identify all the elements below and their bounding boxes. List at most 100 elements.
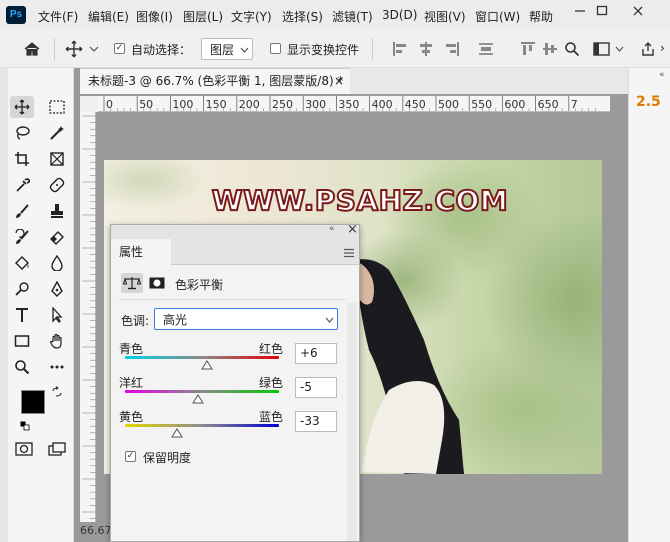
chevron-down-icon[interactable] (614, 42, 624, 56)
eyedropper-icon[interactable] (10, 174, 34, 196)
tone-value: 高光 (163, 312, 188, 327)
cyan-red-slider-thumb[interactable] (200, 359, 213, 373)
slider-blue-label: 蓝色 (259, 410, 284, 424)
yellow-blue-value-input[interactable]: -33 (295, 411, 337, 432)
magenta-green-slider-thumb[interactable] (192, 393, 205, 407)
ruler-tick-label: 50 (139, 98, 153, 111)
auto-select-target-dropdown[interactable]: 图层 (201, 38, 253, 60)
magic-wand-icon[interactable] (45, 122, 69, 144)
frame-tool-icon[interactable] (45, 148, 69, 170)
tone-label: 色调: (121, 314, 150, 328)
ruler-origin[interactable] (80, 96, 98, 112)
layer-mask-icon[interactable] (148, 275, 166, 291)
slider-green-label: 绿色 (259, 376, 284, 390)
healing-brush-icon[interactable] (45, 174, 69, 196)
collapse-panel-icon[interactable]: « (329, 224, 335, 234)
menu-layer[interactable]: 图层(L) (183, 8, 223, 25)
document-tab[interactable]: 未标题-3 @ 66.7% (色彩平衡 1, 图层蒙版/8) * × (80, 68, 350, 94)
align-right-icon[interactable] (442, 39, 462, 59)
properties-scrollbar[interactable] (347, 303, 357, 541)
properties-panel: « × 属性 色彩平衡 色调: 高光 青色 红色 +6 洋红 绿色 -5 黄色 … (110, 222, 360, 542)
menu-image[interactable]: 图像(I) (136, 8, 173, 25)
share-icon[interactable] (638, 39, 658, 59)
swap-colors-icon[interactable] (51, 386, 63, 398)
menu-help[interactable]: 帮助 (529, 8, 553, 25)
home-icon[interactable] (20, 38, 44, 60)
align-center-icon[interactable] (416, 39, 436, 59)
ruler-tick-label: 7 (571, 98, 578, 111)
preserve-luminosity-checkbox[interactable]: ✓ (125, 451, 136, 462)
dodge-tool-icon[interactable] (10, 278, 34, 300)
menu-edit[interactable]: 编辑(E) (88, 8, 129, 25)
blur-tool-icon[interactable] (45, 252, 69, 274)
adjustment-name: 色彩平衡 (175, 278, 224, 292)
color-balance-icon[interactable] (121, 273, 143, 293)
paint-bucket-icon[interactable] (10, 252, 34, 274)
ruler-tick-label: 0 (106, 98, 113, 111)
more-icon[interactable]: › (660, 41, 665, 55)
screen-mode-icon[interactable] (45, 438, 69, 460)
menu-filter[interactable]: 滤镜(T) (332, 8, 373, 25)
tab-properties[interactable]: 属性 (111, 239, 171, 265)
cyan-red-value-input[interactable]: +6 (295, 343, 337, 364)
auto-select-label: 自动选择： (131, 43, 192, 57)
foreground-color-swatch[interactable] (21, 390, 45, 414)
default-colors-icon[interactable] (20, 420, 30, 431)
align-middle-icon[interactable] (540, 39, 560, 59)
close-tab-icon[interactable]: × (334, 69, 344, 93)
maximize-button[interactable] (584, 0, 620, 22)
rectangle-tool-icon[interactable] (10, 330, 34, 352)
show-transform-label: 显示变换控件 (287, 43, 360, 57)
more-tools-icon[interactable] (45, 356, 69, 378)
panel-menu-icon[interactable] (343, 247, 355, 258)
auto-select-checkbox[interactable]: ✓ (114, 43, 125, 54)
zoom-status[interactable]: 66.67 (80, 520, 112, 542)
brush-tool-icon[interactable] (10, 200, 34, 222)
crop-tool-icon[interactable] (10, 148, 34, 170)
quick-mask-icon[interactable] (12, 438, 36, 460)
chevron-down-icon (325, 317, 334, 323)
document-tab-title: 未标题-3 @ 66.7% (色彩平衡 1, 图层蒙版/8) * (88, 74, 344, 88)
right-panel: « 2.5 (628, 68, 670, 542)
move-tool-icon[interactable] (10, 96, 34, 118)
show-transform-checkbox[interactable] (270, 43, 281, 54)
eraser-tool-icon[interactable] (45, 226, 69, 248)
magenta-green-value-input[interactable]: -5 (295, 377, 337, 398)
lasso-tool-icon[interactable] (10, 122, 34, 144)
hand-tool-icon[interactable] (45, 330, 69, 352)
workspace-icon[interactable] (592, 39, 612, 59)
vertical-ruler[interactable] (80, 112, 96, 522)
distribute-icon[interactable] (476, 39, 496, 59)
close-panel-icon[interactable]: × (347, 222, 358, 237)
menu-3d[interactable]: 3D(D) (382, 8, 417, 22)
watermark-text: WWW.PSAHZ.COM (211, 183, 509, 218)
search-icon[interactable] (562, 39, 582, 59)
menu-type[interactable]: 文字(Y) (231, 8, 272, 25)
history-brush-icon[interactable] (10, 226, 34, 248)
type-tool-icon[interactable] (10, 304, 34, 326)
yellow-blue-slider-thumb[interactable] (170, 427, 183, 441)
menu-file[interactable]: 文件(F) (38, 8, 78, 25)
stamp-tool-icon[interactable] (45, 200, 69, 222)
move-tool-icon[interactable] (62, 38, 86, 60)
close-window-button[interactable] (620, 0, 656, 22)
left-collapse-strip (0, 68, 8, 542)
tone-dropdown[interactable]: 高光 (154, 308, 338, 330)
panel-value: 2.5 (636, 94, 661, 110)
align-left-icon[interactable] (390, 39, 410, 59)
menu-select[interactable]: 选择(S) (282, 8, 323, 25)
menu-view[interactable]: 视图(V) (424, 8, 466, 25)
horizontal-ruler[interactable]: 0 50 100 150 200 250 300 350 400 450 500 550 600 650 7 (98, 96, 610, 112)
zoom-tool-icon[interactable] (10, 356, 34, 378)
pen-tool-icon[interactable] (45, 278, 69, 300)
properties-panel-header[interactable]: « × (111, 222, 359, 239)
options-bar: ✓ 自动选择： 图层 显示变换控件 › (0, 30, 670, 68)
yellow-blue-slider-track[interactable] (125, 424, 279, 427)
marquee-tool-icon[interactable] (45, 96, 69, 118)
collapse-panels-icon[interactable]: « (659, 70, 665, 80)
align-top-icon[interactable] (518, 39, 538, 59)
tools-panel (8, 68, 74, 542)
chevron-down-icon[interactable] (88, 42, 100, 56)
path-selection-icon[interactable] (45, 304, 69, 326)
menu-window[interactable]: 窗口(W) (475, 8, 520, 25)
